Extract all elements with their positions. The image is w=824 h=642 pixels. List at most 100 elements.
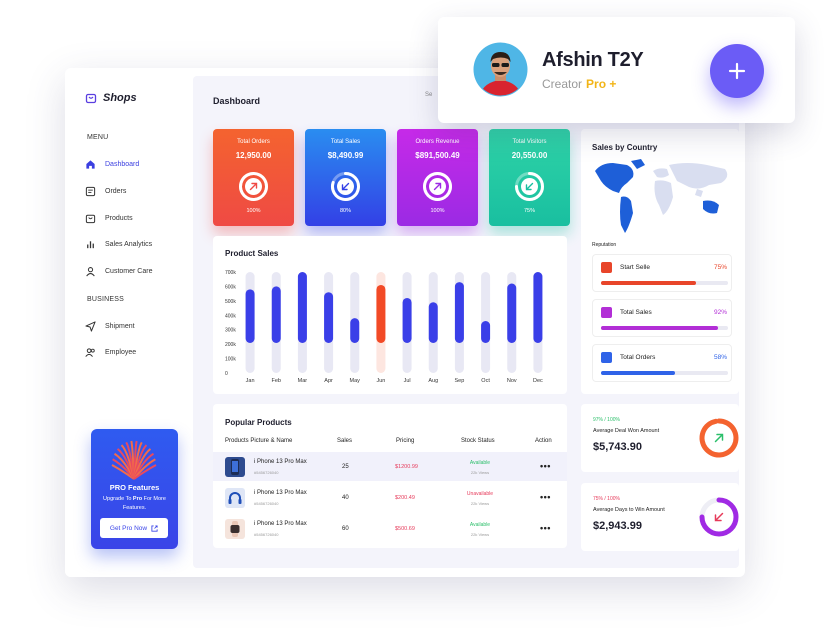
stat-card[interactable]: Total Sales $8,490.99 80% bbox=[305, 129, 386, 226]
table-row[interactable]: i Phone 13 Pro Max #5456726040 25 $1200.… bbox=[213, 452, 567, 481]
brand[interactable]: Shops bbox=[85, 92, 137, 104]
deal-label: Average Deal Won Amount bbox=[593, 428, 660, 434]
progress-ring bbox=[331, 172, 360, 201]
popular-products-title: Popular Products bbox=[225, 418, 292, 427]
get-pro-button[interactable]: Get Pro Now bbox=[100, 518, 168, 538]
stock-status: Available bbox=[469, 522, 491, 528]
profile-card: Afshin T2Y Creator Pro + bbox=[438, 17, 795, 123]
main-content: Dashboard Se Total Orders 12,950.00 100%… bbox=[193, 76, 739, 568]
bar-sep bbox=[454, 282, 464, 343]
bar-mar bbox=[297, 272, 307, 343]
more-actions-icon[interactable]: ••• bbox=[540, 523, 551, 533]
more-actions-icon[interactable]: ••• bbox=[540, 492, 551, 502]
column-header-pricing: Pricing bbox=[396, 438, 415, 444]
profile-name: Afshin T2Y bbox=[542, 49, 644, 71]
bar-feb bbox=[271, 286, 281, 343]
product-name: i Phone 13 Pro Max bbox=[254, 459, 307, 465]
column-header-product: Products Picture & Name bbox=[225, 438, 293, 444]
product-name: i Phone 13 Pro Max bbox=[254, 490, 307, 496]
sidebar-item-orders[interactable]: Orders bbox=[85, 184, 126, 198]
external-link-icon bbox=[151, 524, 158, 532]
sidebar-item-products[interactable]: Products bbox=[85, 211, 133, 225]
sidebar-item-shipment[interactable]: Shipment bbox=[85, 319, 135, 333]
product-views: 22k Views bbox=[470, 532, 490, 537]
progress-ring bbox=[239, 172, 268, 201]
add-button[interactable] bbox=[710, 44, 764, 98]
sidebar: Shops MENU Dashboard Orders Products Sal… bbox=[65, 68, 193, 577]
sidebar-item-label: Dashboard bbox=[105, 160, 140, 168]
product-sales-chart: 700k 600k 500k 400k 300k 200k 100k 0 Jan Feb Mar Ap… bbox=[225, 270, 543, 384]
reputation-label: Total Sales bbox=[620, 309, 652, 316]
dashboard-window: Shops MENU Dashboard Orders Products Sal… bbox=[65, 68, 745, 577]
get-pro-label: Get Pro Now bbox=[109, 524, 148, 532]
pro-decoration-icon bbox=[111, 440, 157, 480]
stock-status: Available bbox=[469, 460, 491, 466]
deal-value: $5,743.90 bbox=[593, 441, 642, 453]
stat-card[interactable]: Orders Revenue $891,500.49 100% bbox=[397, 129, 478, 226]
bar-oct bbox=[481, 321, 491, 343]
profile-role: Creator Pro + bbox=[542, 77, 617, 91]
deal-progress-ring bbox=[699, 418, 739, 458]
bar-jan bbox=[245, 289, 255, 343]
bar-chart-icon bbox=[87, 240, 94, 248]
deal-value: $2,943.99 bbox=[593, 520, 642, 532]
x-tick-label: Apr bbox=[324, 378, 333, 384]
sidebar-item-customer-care[interactable]: Customer Care bbox=[85, 264, 152, 278]
stat-card[interactable]: Total Orders 12,950.00 100% bbox=[213, 129, 294, 226]
table-row[interactable]: i Phone 13 Pro Max #5456726040 40 $200.4… bbox=[213, 483, 567, 512]
product-name: i Phone 13 Pro Max bbox=[254, 521, 307, 527]
stat-percent: 100% bbox=[430, 208, 445, 214]
reputation-item[interactable]: Start Selle 75% bbox=[592, 254, 732, 292]
arrow-up-right-icon bbox=[714, 433, 724, 443]
bar-apr bbox=[324, 292, 334, 343]
menu-section-label: MENU bbox=[87, 134, 109, 141]
product-sales-card: Product Sales 700k 600k 500k 400k 300k 200k 10… bbox=[213, 236, 567, 394]
y-tick-label: 400k bbox=[225, 313, 236, 319]
reputation-percent: 92% bbox=[713, 309, 727, 316]
bar-may bbox=[350, 318, 360, 343]
reputation-label: Reputation bbox=[592, 242, 617, 248]
bar-dec bbox=[533, 272, 543, 343]
pro-features-card: PRO Features Upgrade To Pro For More Fea… bbox=[91, 429, 178, 549]
x-tick-label: Mar bbox=[298, 378, 308, 384]
orders-icon bbox=[85, 186, 96, 196]
reputation-percent: 58% bbox=[713, 354, 727, 361]
x-tick-label: Jan bbox=[246, 378, 255, 384]
reputation-label: Start Selle bbox=[620, 264, 650, 271]
stat-percent: 80% bbox=[339, 208, 351, 214]
column-header-action: Action bbox=[535, 438, 552, 444]
page-title: Dashboard bbox=[213, 96, 261, 106]
sidebar-item-dashboard[interactable]: Dashboard bbox=[85, 157, 139, 171]
product-views: 22k Views bbox=[470, 501, 490, 506]
y-tick-label: 100k bbox=[225, 357, 236, 363]
bar-aug bbox=[428, 302, 438, 343]
stat-value: 20,550.00 bbox=[511, 151, 548, 160]
x-tick-label: May bbox=[350, 378, 361, 384]
deal-card[interactable]: 75% / 100% Average Days to Win Amount $2… bbox=[581, 483, 739, 551]
reputation-item[interactable]: Total Orders 58% bbox=[592, 344, 732, 382]
sidebar-item-label: Employee bbox=[105, 348, 137, 356]
reputation-item[interactable]: Total Sales 92% bbox=[592, 299, 732, 337]
world-map-icon bbox=[595, 159, 728, 233]
deal-card[interactable]: 97% / 100% Average Deal Won Amount $5,74… bbox=[581, 404, 739, 472]
headphones-icon bbox=[225, 488, 245, 508]
users-icon bbox=[85, 347, 95, 357]
x-tick-label: Jun bbox=[376, 378, 385, 384]
x-tick-label: Sep bbox=[455, 378, 465, 384]
popular-products-card: Popular Products Products Picture & Name… bbox=[213, 404, 567, 548]
sidebar-item-sales-analytics[interactable]: Sales Analytics bbox=[85, 237, 152, 251]
product-price: $500.69 bbox=[395, 526, 415, 532]
column-header-stock: Stock Status bbox=[461, 438, 495, 444]
avatar[interactable] bbox=[473, 42, 528, 97]
stat-card[interactable]: Total Visitors 20,550.00 75% bbox=[489, 129, 570, 226]
sidebar-item-employee[interactable]: Employee bbox=[85, 345, 136, 359]
arrow-down-left-icon bbox=[714, 512, 724, 522]
more-actions-icon[interactable]: ••• bbox=[540, 461, 551, 471]
x-tick-label: Dec bbox=[533, 378, 543, 384]
deal-ratio: 97% / 100% bbox=[593, 417, 620, 423]
product-id: #5456726040 bbox=[254, 501, 279, 506]
reputation-progress bbox=[601, 281, 728, 285]
table-row[interactable]: i Phone 13 Pro Max #5456726040 60 $500.6… bbox=[213, 514, 567, 543]
product-id: #5456726040 bbox=[254, 532, 279, 537]
y-tick-label: 200k bbox=[225, 342, 236, 348]
